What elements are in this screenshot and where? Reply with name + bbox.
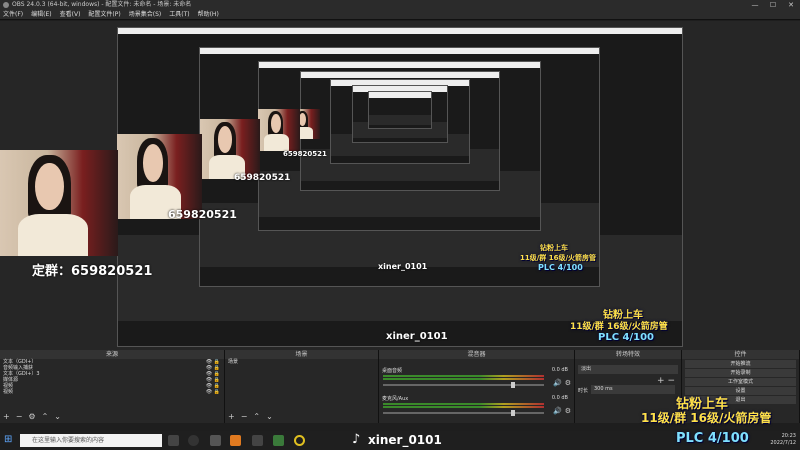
menu-view[interactable]: 查看(V) — [60, 10, 81, 19]
source-item[interactable]: 视频 👁 🔒 — [0, 389, 224, 395]
tiktok-tag-1: xiner_0101 — [386, 331, 448, 342]
sources-dock: 来源 文本（GDI+） 👁 🔒 音频输入捕获 👁 🔒 文本（GDI+）3 👁 🔒 媒体… — [0, 350, 225, 423]
slider-knob[interactable] — [511, 382, 515, 388]
camera-feed-4 — [258, 109, 300, 151]
scenes-header: 场景 — [225, 350, 378, 359]
move-down-icon[interactable]: ⌄ — [266, 412, 273, 421]
app-icon[interactable] — [273, 435, 284, 446]
scenes-dock: 场景 场景 + − ⌃ ⌄ — [225, 350, 379, 423]
task-view-icon[interactable] — [168, 435, 179, 446]
camera-feed-3 — [200, 119, 260, 179]
move-up-icon[interactable]: ⌃ — [42, 412, 49, 421]
tiktok-username: xiner_0101 — [368, 433, 442, 447]
sources-header: 来源 — [0, 350, 224, 359]
menu-bar: 文件(F) 编辑(E) 查看(V) 配置文件(P) 场景集合(S) 工具(T) … — [0, 10, 800, 20]
menu-help[interactable]: 帮助(H) — [198, 10, 219, 19]
channel-label: 麦克风/Aux — [382, 396, 409, 402]
remove-icon[interactable]: − — [241, 412, 248, 421]
menu-scene-collection[interactable]: 场景集合(S) — [129, 10, 162, 19]
volume-slider[interactable] — [383, 410, 544, 416]
mixer-channel-mic: 麦克风/Aux 0.0 dB 🔊 ⚙ — [379, 393, 574, 417]
controls-header: 控件 — [682, 350, 799, 359]
minimize-button[interactable]: — — [746, 0, 764, 10]
overlay-line2: 11级/群 16级/火箭房管 — [641, 411, 772, 425]
cam-number-3: 659820521 — [283, 150, 327, 158]
studio-mode-button[interactable]: 工作室模式 — [685, 378, 796, 386]
tiktok-tag-2: xiner_0101 — [378, 262, 428, 271]
title-bar: OBS 24.0.3 (64-bit, windows) - 配置文件: 未命名… — [0, 0, 800, 10]
mixer-channel-desktop: 桌面音频 0.0 dB 🔊 ⚙ — [379, 365, 574, 389]
channel-label: 桌面音频 — [382, 368, 403, 374]
move-down-icon[interactable]: ⌄ — [54, 412, 61, 421]
duration-field[interactable]: 300 ms — [591, 385, 675, 394]
remove-icon[interactable]: − — [16, 412, 23, 421]
overlay-line2-mid: 11级/群 16级/火箭房管 — [570, 322, 668, 332]
volume-meter — [383, 375, 544, 377]
speaker-icon[interactable]: 🔊 — [553, 407, 562, 415]
app-icon[interactable] — [210, 435, 221, 446]
camera-feed-2 — [117, 134, 202, 219]
start-recording-button[interactable]: 开始录制 — [685, 369, 796, 377]
visibility-lock-icons[interactable]: 👁 🔒 — [206, 389, 220, 395]
preview-canvas[interactable]: 659820521 659820521 659820521 定群：6598205… — [0, 21, 800, 350]
speaker-icon[interactable]: 🔊 — [553, 379, 562, 387]
gear-icon[interactable]: ⚙ — [28, 412, 35, 421]
menu-profile[interactable]: 配置文件(P) — [88, 10, 120, 19]
obs-icon — [3, 2, 9, 8]
cam-number-2: 659820521 — [234, 173, 291, 183]
taskbar-search[interactable]: 在这里输入你要搜索的内容 — [20, 434, 162, 447]
scene-toolbar: + − ⌃ ⌄ — [228, 412, 273, 421]
gear-icon[interactable]: ⚙ — [565, 379, 571, 387]
transitions-header: 转场特效 — [575, 350, 681, 359]
app-icon[interactable] — [230, 435, 241, 446]
add-icon[interactable]: + — [228, 412, 235, 421]
app-icon[interactable] — [294, 435, 305, 446]
overlay-line1-small: 钻粉上车 — [540, 244, 568, 252]
mixer-dock: 混音器 桌面音频 0.0 dB 🔊 ⚙ 麦克风/Aux 0.0 dB 🔊 ⚙ — [379, 350, 575, 423]
obs-taskbar-icon[interactable] — [188, 435, 199, 446]
overlay-line3: PLC 4/100 — [676, 431, 749, 446]
system-tray-clock[interactable]: 20:23 2022/7/12 — [770, 433, 796, 447]
close-button[interactable]: ✕ — [782, 0, 800, 10]
app-icon[interactable] — [252, 435, 263, 446]
maximize-button[interactable]: ☐ — [764, 0, 782, 10]
tiktok-icon: ♪ — [352, 432, 361, 447]
source-toolbar: + − ⚙ ⌃ ⌄ — [3, 412, 61, 421]
menu-edit[interactable]: 编辑(E) — [31, 10, 51, 19]
clock-time: 20:23 — [781, 433, 796, 439]
move-up-icon[interactable]: ⌃ — [253, 412, 260, 421]
mixer-header: 混音器 — [379, 350, 574, 359]
scene-item[interactable]: 场景 — [225, 359, 378, 365]
add-icon[interactable]: + — [3, 412, 10, 421]
slider-knob[interactable] — [511, 410, 515, 416]
menu-tools[interactable]: 工具(T) — [169, 10, 189, 19]
windows-start-icon[interactable]: ⊞ — [4, 435, 14, 445]
volume-meter — [383, 403, 544, 405]
menu-file[interactable]: 文件(F) — [3, 10, 23, 19]
duration-label: 时长 — [578, 388, 589, 394]
cam-number-1: 659820521 — [168, 208, 237, 221]
window-title: OBS 24.0.3 (64-bit, windows) - 配置文件: 未命名… — [12, 1, 192, 8]
group-caption: 定群：659820521 — [32, 264, 153, 279]
overlay-line3-small: PLC 4/100 — [538, 263, 583, 272]
clock-date: 2022/7/12 — [770, 440, 796, 446]
camera-feed-main — [0, 150, 118, 256]
transition-select[interactable]: 淡出 — [578, 365, 678, 374]
volume-meter — [383, 378, 544, 380]
volume-slider[interactable] — [383, 382, 544, 388]
channel-db: 0.0 dB — [551, 367, 568, 373]
channel-db: 0.0 dB — [551, 395, 568, 401]
volume-meter — [383, 406, 544, 408]
overlay-line2-small: 11级/群 16级/火箭房管 — [520, 254, 597, 262]
gear-icon[interactable]: ⚙ — [565, 407, 571, 415]
overlay-line3-mid: PLC 4/100 — [598, 332, 655, 343]
nested-screen-7 — [368, 91, 432, 129]
start-streaming-button[interactable]: 开始推流 — [685, 360, 796, 368]
